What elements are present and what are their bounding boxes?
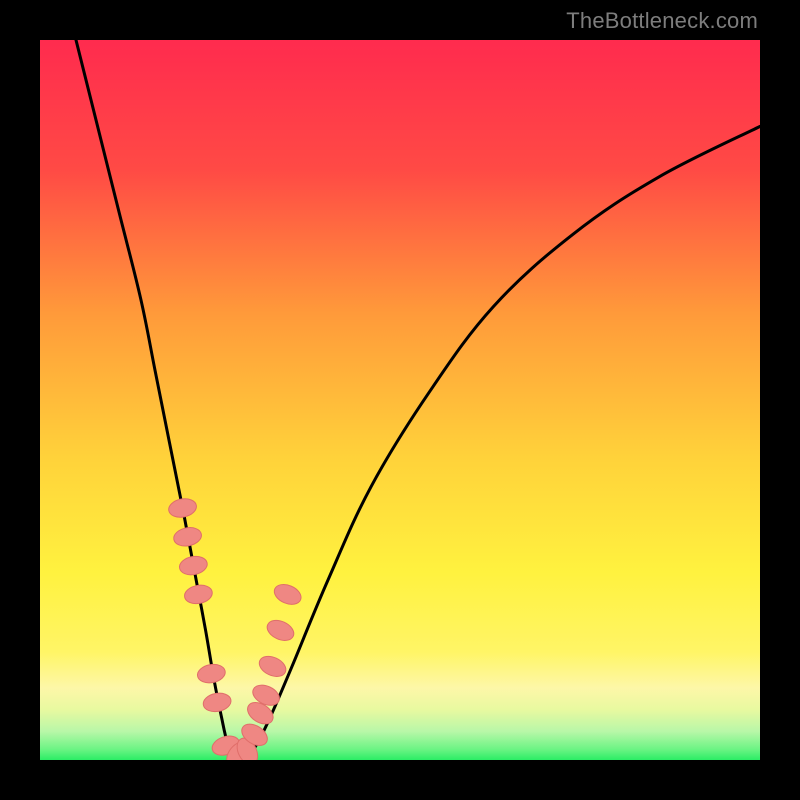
curve-marker — [264, 616, 297, 644]
curve-marker — [178, 554, 209, 577]
curve-marker — [271, 581, 304, 608]
watermark-text: TheBottleneck.com — [566, 8, 758, 34]
chart-frame: TheBottleneck.com — [0, 0, 800, 800]
curve-marker — [172, 525, 203, 548]
curve-marker — [256, 652, 289, 680]
curve-marker — [196, 662, 227, 685]
curve-layer — [40, 40, 760, 760]
plot-area — [40, 40, 760, 760]
curve-marker — [167, 496, 198, 519]
curve-marker — [202, 691, 233, 714]
bottleneck-curve — [76, 40, 760, 758]
curve-marker — [183, 583, 214, 606]
